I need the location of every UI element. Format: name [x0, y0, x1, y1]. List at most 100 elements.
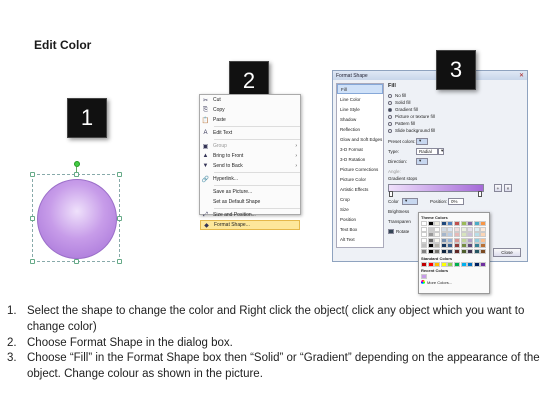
color-swatch[interactable]: [440, 226, 447, 232]
fill-option[interactable]: No fill: [388, 92, 526, 99]
type-select[interactable]: Radial: [416, 147, 438, 155]
color-swatch[interactable]: [467, 221, 474, 226]
resize-handle-b[interactable]: [74, 259, 79, 264]
close-icon[interactable]: ✕: [519, 72, 524, 79]
color-swatch[interactable]: [480, 243, 487, 249]
remove-stop-button[interactable]: ×: [504, 184, 512, 192]
color-swatch[interactable]: [421, 273, 427, 279]
color-swatch[interactable]: [473, 232, 480, 238]
color-swatch[interactable]: [467, 226, 474, 232]
nav-item[interactable]: Picture Color: [337, 174, 383, 184]
color-picker-button[interactable]: ▾: [402, 197, 418, 205]
color-swatch[interactable]: [447, 261, 454, 267]
gradient-stop-right[interactable]: [478, 191, 482, 197]
radio-button[interactable]: [388, 107, 392, 112]
resize-handle-l[interactable]: [30, 216, 35, 221]
menu-item-copy[interactable]: ⎘ Copy: [200, 105, 300, 115]
color-swatch[interactable]: [434, 261, 441, 267]
nav-item[interactable]: Text Box: [337, 224, 383, 234]
color-swatch[interactable]: [453, 237, 460, 243]
color-swatch[interactable]: [473, 248, 480, 254]
color-swatch[interactable]: [427, 221, 434, 226]
color-swatch[interactable]: [467, 248, 474, 254]
color-swatch[interactable]: [467, 243, 474, 249]
color-swatch[interactable]: [440, 261, 447, 267]
position-input[interactable]: 0%: [448, 197, 464, 205]
resize-handle-tl[interactable]: [30, 172, 35, 177]
color-swatch[interactable]: [453, 221, 460, 226]
nav-item[interactable]: Picture Corrections: [337, 164, 383, 174]
color-swatch[interactable]: [480, 237, 487, 243]
resize-handle-t[interactable]: [74, 172, 79, 177]
menu-item-cut[interactable]: ✂ Cut: [200, 95, 300, 105]
color-swatch[interactable]: [427, 248, 434, 254]
radio-button[interactable]: [388, 93, 392, 98]
color-swatch[interactable]: [447, 237, 454, 243]
color-swatch[interactable]: [460, 226, 467, 232]
close-button[interactable]: Close: [493, 248, 521, 257]
color-swatch[interactable]: [447, 221, 454, 226]
color-swatch[interactable]: [453, 248, 460, 254]
color-swatch[interactable]: [460, 221, 467, 226]
resize-handle-br[interactable]: [117, 259, 122, 264]
color-swatch[interactable]: [453, 261, 460, 267]
color-swatch[interactable]: [467, 261, 474, 267]
color-swatch[interactable]: [473, 226, 480, 232]
color-swatch[interactable]: [447, 226, 454, 232]
nav-item[interactable]: 3-D Rotation: [337, 154, 383, 164]
nav-item[interactable]: Fill: [337, 84, 383, 94]
color-swatch[interactable]: [421, 226, 427, 232]
color-swatch[interactable]: [480, 261, 487, 267]
color-swatch[interactable]: [427, 261, 434, 267]
radio-button[interactable]: [388, 100, 392, 105]
menu-item-edit-text[interactable]: A Edit Text: [200, 128, 300, 138]
radio-button[interactable]: [388, 121, 392, 126]
menu-item-hyperlink[interactable]: 🔗 Hyperlink...: [200, 174, 300, 184]
color-swatch[interactable]: [460, 248, 467, 254]
color-swatch[interactable]: [453, 243, 460, 249]
menu-item-save-picture[interactable]: Save as Picture...: [200, 187, 300, 197]
fill-option[interactable]: Pattern fill: [388, 120, 526, 127]
color-swatch[interactable]: [434, 243, 441, 249]
color-swatch[interactable]: [447, 232, 454, 238]
fill-option[interactable]: Gradient fill: [388, 106, 526, 113]
nav-item[interactable]: Artistic Effects: [337, 184, 383, 194]
menu-item-paste[interactable]: 📋 Paste: [200, 115, 300, 125]
nav-item[interactable]: Glow and Soft Edges: [337, 134, 383, 144]
color-swatch[interactable]: [440, 237, 447, 243]
color-swatch[interactable]: [434, 237, 441, 243]
resize-handle-r[interactable]: [117, 216, 122, 221]
nav-item[interactable]: Size: [337, 204, 383, 214]
color-swatch[interactable]: [460, 243, 467, 249]
nav-item[interactable]: 3-D Format: [337, 144, 383, 154]
nav-item[interactable]: Shadow: [337, 114, 383, 124]
menu-item-default-shape[interactable]: Set as Default Shape: [200, 197, 300, 207]
color-swatch[interactable]: [460, 261, 467, 267]
nav-item[interactable]: Position: [337, 214, 383, 224]
color-swatch[interactable]: [434, 248, 441, 254]
color-swatch[interactable]: [440, 243, 447, 249]
menu-item-size-position[interactable]: ⤢ Size and Position...: [200, 210, 300, 220]
color-swatch[interactable]: [421, 237, 427, 243]
rotation-handle[interactable]: [74, 161, 80, 167]
chevron-down-icon[interactable]: ▾: [438, 147, 444, 155]
menu-item-bring-front[interactable]: ▲ Bring to Front ›: [200, 151, 300, 161]
color-swatch[interactable]: [467, 237, 474, 243]
color-swatch[interactable]: [427, 237, 434, 243]
color-swatch[interactable]: [460, 232, 467, 238]
more-colors-link[interactable]: More Colors...: [421, 280, 487, 285]
color-swatch[interactable]: [453, 232, 460, 238]
nav-item[interactable]: Line Color: [337, 94, 383, 104]
color-swatch[interactable]: [421, 221, 427, 226]
color-swatch[interactable]: [421, 261, 427, 267]
color-swatch[interactable]: [434, 232, 441, 238]
color-swatch[interactable]: [434, 226, 441, 232]
color-swatch[interactable]: [440, 248, 447, 254]
add-stop-button[interactable]: +: [494, 184, 502, 192]
color-swatch[interactable]: [434, 221, 441, 226]
nav-item[interactable]: Crop: [337, 194, 383, 204]
selected-shape[interactable]: [30, 161, 122, 264]
color-swatch[interactable]: [447, 248, 454, 254]
color-swatch[interactable]: [480, 221, 487, 226]
color-swatch[interactable]: [473, 243, 480, 249]
